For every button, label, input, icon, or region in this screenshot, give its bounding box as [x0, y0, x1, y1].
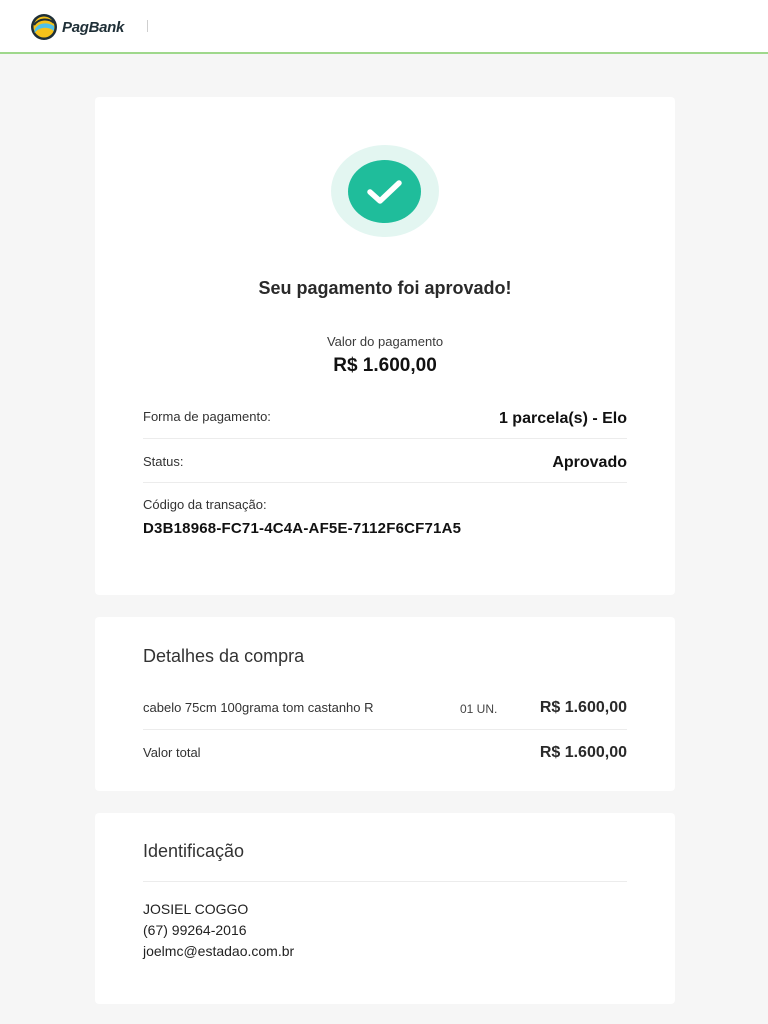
- identification-card: Identificação JOSIEL COGGO (67) 99264-20…: [95, 813, 675, 1004]
- customer-email: joelmc@estadao.com.br: [143, 943, 295, 959]
- success-badge: [348, 160, 421, 223]
- total-value: R$ 1.600,00: [539, 744, 627, 761]
- customer-phone: (67) 99264-2016: [143, 922, 247, 938]
- item-quantity: 01 UN.: [460, 702, 498, 716]
- top-bar: PagBank: [0, 0, 768, 54]
- brand-logo-link[interactable]: PagBank: [30, 13, 124, 41]
- amount-label: Valor do pagamento: [326, 334, 444, 349]
- divider: [143, 729, 627, 730]
- purchase-details-title: Detalhes da compra: [143, 646, 305, 666]
- pagbank-logo-icon: [31, 14, 57, 40]
- divider: [143, 482, 627, 483]
- total-label: Valor total: [143, 745, 201, 760]
- payment-method-value: 1 parcela(s) - Elo: [498, 410, 627, 427]
- divider: [143, 881, 627, 882]
- brand-name: PagBank: [62, 18, 125, 36]
- transaction-code-label: Código da transação:: [143, 497, 267, 512]
- amount-value: R$ 1.600,00: [333, 355, 437, 376]
- identification-title: Identificação: [143, 841, 245, 861]
- item-price: R$ 1.600,00: [539, 699, 627, 716]
- item-name: cabelo 75cm 100grama tom castanho R: [143, 700, 374, 715]
- divider: [143, 438, 627, 439]
- check-icon: [367, 180, 402, 204]
- payment-approved-title: Seu pagamento foi aprovado!: [258, 278, 512, 298]
- payment-confirmation-card: Seu pagamento foi aprovado! Valor do pag…: [95, 97, 675, 595]
- header-divider: [147, 20, 148, 32]
- status-value: Aprovado: [552, 454, 627, 471]
- purchase-details-card: Detalhes da compra cabelo 75cm 100grama …: [95, 617, 675, 791]
- payment-method-label: Forma de pagamento:: [143, 409, 271, 424]
- customer-name: JOSIEL COGGO: [143, 901, 249, 917]
- transaction-code-value: D3B18968-FC71-4C4A-AF5E-7112F6CF71A5: [143, 520, 462, 537]
- status-label: Status:: [143, 454, 184, 469]
